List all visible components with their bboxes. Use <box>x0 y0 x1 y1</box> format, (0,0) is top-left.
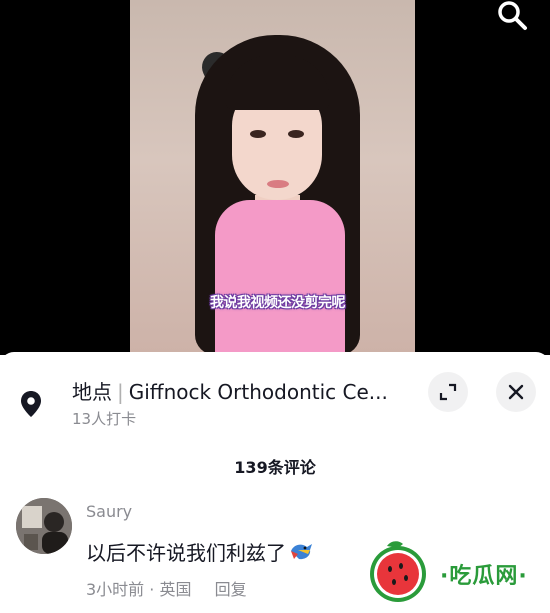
search-icon <box>498 1 527 30</box>
person-left-eye <box>250 130 266 138</box>
location-pin-icon <box>20 390 42 422</box>
expand-icon <box>439 383 457 401</box>
location-name: Giffnock Orthodontic Ce... <box>128 380 388 404</box>
person-lips <box>267 180 289 188</box>
comment-text: 以后不许说我们利兹了 <box>86 537 314 568</box>
comment-body: 以后不许说我们利兹了 <box>86 541 286 565</box>
comment-meta: 3小时前 · 英国 回复 <box>86 576 247 600</box>
person-sweater <box>215 200 345 355</box>
comments-count: 139条评论 <box>234 458 316 477</box>
site-watermark: ·吃瓜网· <box>365 538 545 604</box>
watermark-text: ·吃瓜网· <box>440 564 528 589</box>
watermelon-icon <box>370 541 426 602</box>
meta-dot: · <box>149 580 155 599</box>
location-label: 地点 <box>72 380 112 404</box>
location-title[interactable]: 地点 | Giffnock Orthodontic Ce... <box>72 376 412 405</box>
parrot-emoji-icon <box>288 541 314 568</box>
close-icon <box>508 384 524 400</box>
search-button[interactable] <box>492 0 532 32</box>
avatar[interactable] <box>16 498 72 554</box>
location-checkins: 13人打卡 <box>72 410 137 428</box>
expand-button[interactable] <box>428 372 468 412</box>
person-right-eye <box>288 130 304 138</box>
comment-time: 3小时前 <box>86 580 145 599</box>
comment-username[interactable]: Saury <box>86 502 132 521</box>
close-button[interactable] <box>496 372 536 412</box>
location-separator: | <box>117 380 124 404</box>
comment-region: 英国 <box>159 580 192 599</box>
video-player[interactable]: 我说我视频还没剪完呢 <box>0 0 550 355</box>
video-subtitle: 我说我视频还没剪完呢 <box>210 295 346 311</box>
reply-button[interactable]: 回复 <box>215 580 247 599</box>
